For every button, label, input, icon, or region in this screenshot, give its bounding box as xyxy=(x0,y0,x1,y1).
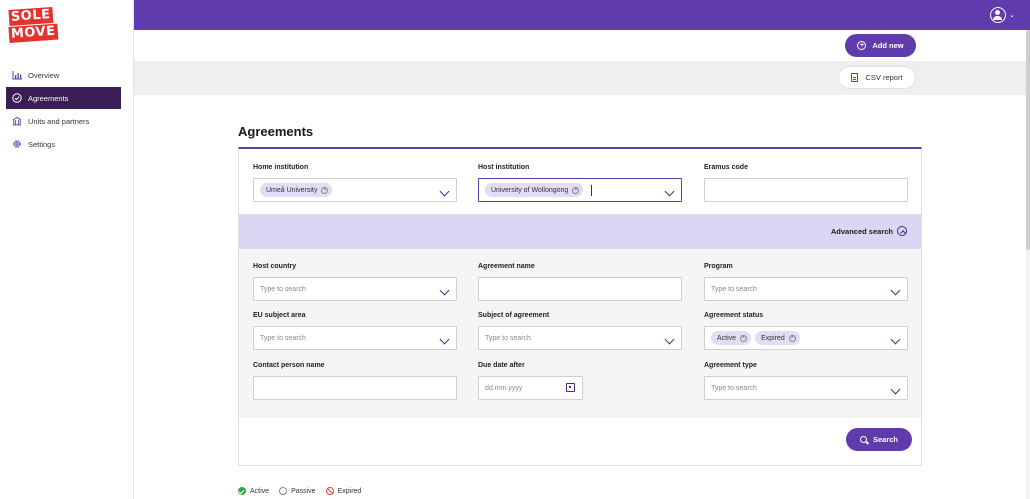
due-date-after-input[interactable]: dd.mm.yyyy xyxy=(478,376,583,400)
scrollbar-thumb[interactable] xyxy=(1026,30,1030,250)
erasmus-code-input[interactable] xyxy=(704,178,908,202)
solemove-logo[interactable]: SOLE MOVE xyxy=(8,6,59,46)
sidebar-item-label: Settings xyxy=(28,139,56,149)
text-caret xyxy=(591,184,593,196)
plus-circle-icon: + xyxy=(857,41,867,50)
contact-person-name-input[interactable] xyxy=(253,376,457,400)
due-date-placeholder: dd.mm.yyyy xyxy=(485,384,523,392)
subject-of-agreement-placeholder: Type to search xyxy=(485,334,531,342)
agreement-name-label: Agreement name xyxy=(478,263,535,270)
document-icon xyxy=(851,73,859,82)
sidebar-item-label: Overview xyxy=(28,70,60,80)
advanced-search-toggle[interactable]: Advanced search xyxy=(831,226,907,236)
subject-of-agreement-select[interactable]: Type to search xyxy=(478,326,682,350)
user-menu-button[interactable]: ⌄ xyxy=(990,7,1015,23)
sidebar-item-settings[interactable]: Settings xyxy=(6,133,121,155)
erasmus-code-label: Eramus code xyxy=(704,164,748,171)
agreement-name-input[interactable] xyxy=(478,277,682,301)
building-icon xyxy=(12,116,22,126)
status-chip-active: Active × xyxy=(711,331,752,345)
csv-report-label: CSV report xyxy=(865,73,903,82)
chevron-down-icon: ⌄ xyxy=(1009,12,1015,19)
host-institution-select[interactable]: University of Wollongong × xyxy=(478,178,682,202)
search-label: Search xyxy=(872,435,899,444)
chip-label: University of Wollongong xyxy=(491,186,569,194)
program-placeholder: Type to search xyxy=(711,285,757,293)
logo-line-1: SOLE xyxy=(8,6,54,26)
sidebar: SOLE MOVE Overview Agreements Units and … xyxy=(0,0,134,499)
due-date-after-label: Due date after xyxy=(478,362,525,369)
legend-item-active: Active xyxy=(238,487,269,495)
program-label: Program xyxy=(704,263,733,270)
top-bar: ⌄ xyxy=(134,0,1030,30)
active-status-icon xyxy=(238,487,246,495)
host-country-select[interactable]: Type to search xyxy=(253,277,457,301)
chevron-down-icon[interactable] xyxy=(890,334,901,345)
status-legend: Active Passive Expired xyxy=(238,487,371,495)
chevron-down-icon[interactable] xyxy=(890,384,901,395)
chevron-down-icon[interactable] xyxy=(890,285,901,296)
agreement-status-label: Agreement status xyxy=(704,312,764,319)
csv-report-button[interactable]: CSV report xyxy=(838,66,916,89)
home-institution-select[interactable]: Umeå University × xyxy=(253,178,457,202)
page-title: Agreements xyxy=(238,124,314,139)
agreement-type-select[interactable]: Type to search xyxy=(704,376,908,400)
add-new-button[interactable]: + Add new xyxy=(845,34,916,57)
sidebar-item-label: Units and partners xyxy=(28,116,90,126)
chip-remove-icon[interactable]: × xyxy=(740,334,748,342)
chip-remove-icon[interactable]: × xyxy=(321,186,329,194)
chart-icon xyxy=(12,70,22,80)
chip-label: Expired xyxy=(761,334,785,342)
legend-item-expired: Expired xyxy=(325,487,362,495)
expired-status-icon xyxy=(325,487,334,495)
sidebar-item-label: Agreements xyxy=(28,93,69,103)
sidebar-item-units-and-partners[interactable]: Units and partners xyxy=(6,110,121,132)
chip-label: Active xyxy=(717,334,737,342)
agreement-type-label: Agreement type xyxy=(704,362,757,369)
chevron-down-icon[interactable] xyxy=(664,334,675,345)
home-institution-chip: Umeå University × xyxy=(260,183,333,197)
host-institution-chip: University of Wollongong × xyxy=(485,183,584,197)
eu-subject-area-placeholder: Type to search xyxy=(260,334,306,342)
check-circle-icon xyxy=(12,93,22,103)
search-icon xyxy=(859,436,867,443)
chevron-down-icon[interactable] xyxy=(664,186,675,197)
sidebar-item-agreements[interactable]: Agreements xyxy=(6,87,121,109)
subject-of-agreement-label: Subject of agreement xyxy=(478,312,550,319)
host-country-label: Host country xyxy=(253,263,297,270)
sidebar-nav: Overview Agreements Units and partners S… xyxy=(6,64,121,156)
page-scrollbar[interactable] xyxy=(1026,30,1030,499)
chip-label: Umeå University xyxy=(266,186,318,194)
search-button[interactable]: Search xyxy=(846,428,912,451)
eu-subject-area-select[interactable]: Type to search xyxy=(253,326,457,350)
chip-remove-icon[interactable]: × xyxy=(572,186,580,194)
chip-remove-icon[interactable]: × xyxy=(788,334,796,342)
legend-label: Passive xyxy=(291,487,316,495)
user-avatar-icon xyxy=(990,7,1007,23)
legend-label: Active xyxy=(250,487,270,495)
home-institution-label: Home institution xyxy=(253,164,309,171)
chevron-down-icon[interactable] xyxy=(439,334,450,345)
eu-subject-area-label: EU subject area xyxy=(253,312,306,319)
gear-icon xyxy=(12,139,22,149)
host-country-placeholder: Type to search xyxy=(260,285,306,293)
host-institution-label: Host institution xyxy=(478,164,530,171)
calendar-icon[interactable] xyxy=(566,383,575,392)
passive-status-icon xyxy=(279,487,288,495)
status-chip-expired: Expired × xyxy=(755,331,800,345)
legend-item-passive: Passive xyxy=(279,487,316,495)
chevron-down-icon[interactable] xyxy=(439,285,450,296)
agreement-status-select[interactable]: Active × Expired × xyxy=(704,326,908,350)
agreement-type-placeholder: Type to search xyxy=(711,384,757,392)
chevron-down-icon[interactable] xyxy=(439,186,450,197)
add-new-label: Add new xyxy=(872,41,904,50)
legend-label: Expired xyxy=(337,487,362,495)
contact-person-name-label: Contact person name xyxy=(253,362,325,369)
program-select[interactable]: Type to search xyxy=(704,277,908,301)
logo-line-2: MOVE xyxy=(8,23,59,43)
advanced-search-bar: Advanced search xyxy=(239,214,921,249)
advanced-search-label: Advanced search xyxy=(830,226,893,236)
chevron-up-icon xyxy=(897,226,907,236)
sidebar-item-overview[interactable]: Overview xyxy=(6,64,121,86)
